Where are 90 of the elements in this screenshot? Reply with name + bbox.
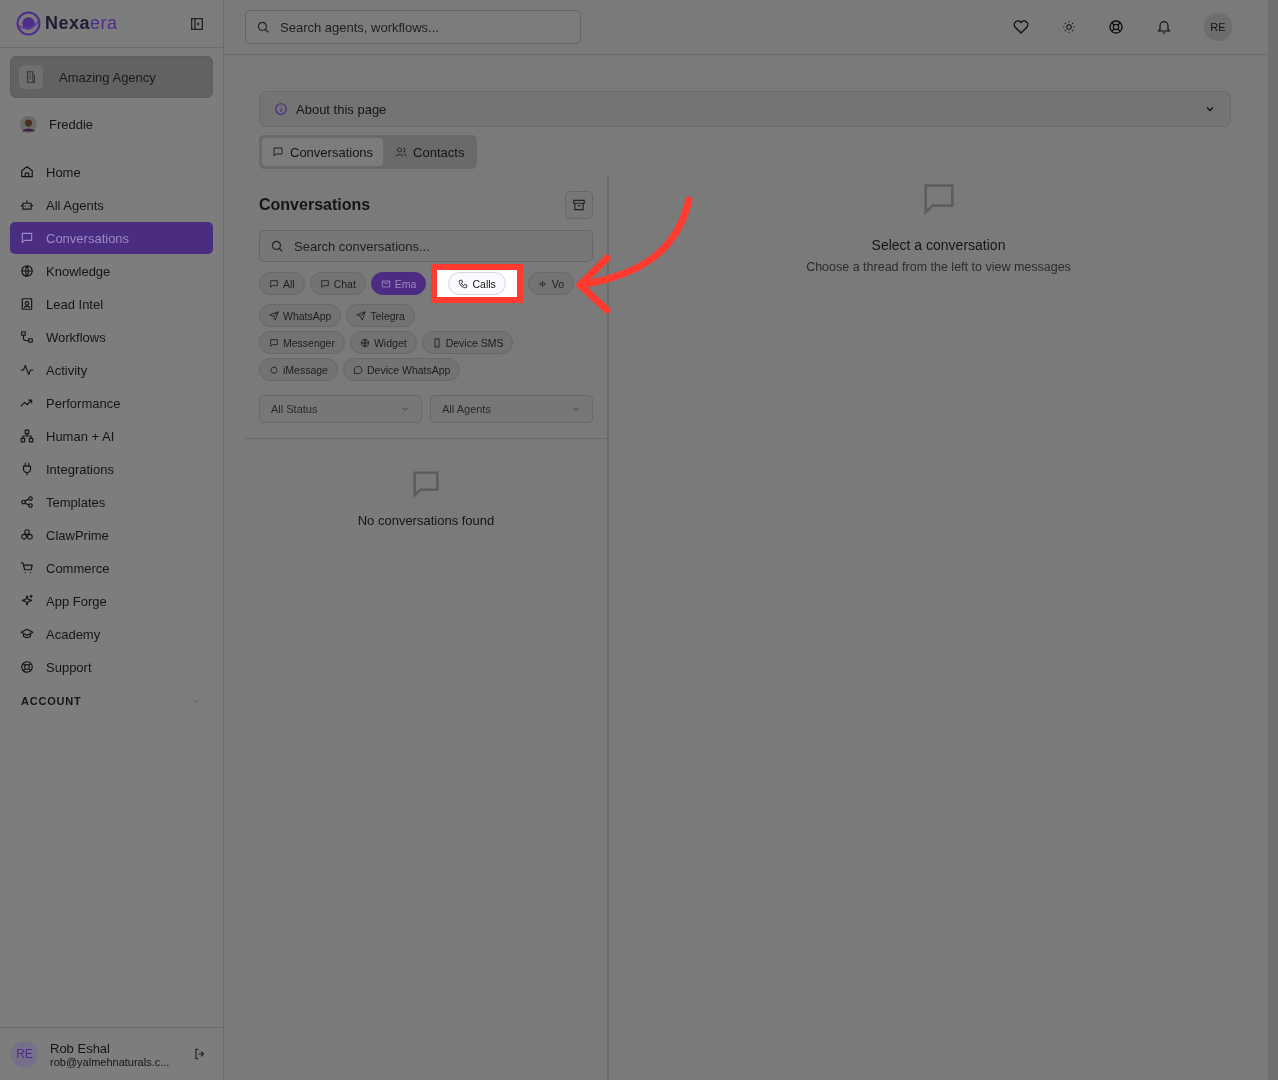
empty-subtitle: Choose a thread from the left to view messages — [806, 260, 1071, 274]
search-icon — [270, 239, 284, 253]
people-icon — [395, 146, 408, 158]
filter-chip[interactable]: Telegra — [346, 304, 415, 327]
filter-chip[interactable]: Widget — [349, 331, 417, 354]
account-email: rob@yalmehnaturals.c... — [50, 1055, 171, 1068]
nav-item[interactable]: Performance — [10, 387, 213, 419]
building-icon — [19, 65, 43, 89]
workflow-icon — [20, 330, 34, 344]
lifebuoy-icon[interactable] — [1108, 19, 1124, 35]
filter-dropdown[interactable]: All Agents — [430, 395, 593, 423]
nav-item[interactable]: Integrations — [10, 453, 213, 485]
panel-title: Conversations — [259, 196, 371, 214]
home-icon — [20, 165, 34, 179]
filter-chip[interactable]: Ema — [370, 272, 427, 295]
sparkle-icon — [20, 594, 34, 608]
empty-message: No conversations found — [357, 513, 495, 528]
cart-icon — [20, 561, 34, 575]
robot-icon — [20, 198, 34, 212]
graduation-cap-icon — [20, 627, 34, 641]
share-icon — [20, 495, 34, 509]
filter-chip[interactable]: iMessage — [259, 358, 338, 381]
tab[interactable]: Conversations — [262, 138, 384, 166]
nav-item[interactable]: Activity — [10, 354, 213, 386]
filter-chip[interactable]: Vo — [527, 272, 575, 295]
phone-device-icon — [431, 337, 442, 348]
nav-item[interactable]: Home — [10, 156, 213, 188]
about-page-accordion[interactable]: About this page — [259, 91, 1231, 127]
nav-item[interactable]: ClawPrime — [10, 519, 213, 551]
nav-item[interactable]: Conversations — [10, 222, 213, 254]
filter-chip[interactable]: Device WhatsApp — [342, 358, 461, 381]
bell-icon[interactable] — [1156, 19, 1172, 35]
search-field[interactable]: Search agents, workflows... — [245, 10, 581, 44]
user-avatar[interactable]: RE — [1204, 13, 1232, 41]
phone-icon — [458, 278, 469, 289]
filter-chip[interactable]: Messenger — [259, 331, 345, 354]
heart-icon[interactable] — [1012, 18, 1030, 36]
filter-dropdown[interactable]: All Status — [259, 395, 422, 423]
globe-icon — [359, 337, 370, 348]
user-name: Freddie — [49, 116, 94, 132]
wave-icon — [537, 278, 548, 289]
chat-bubble-icon — [269, 337, 279, 348]
account-name: Rob Eshal — [50, 1040, 111, 1056]
filter-chip[interactable]: WhatsApp — [259, 304, 342, 327]
tab[interactable]: Contacts — [385, 138, 475, 166]
filter-chip[interactable]: Calls — [448, 272, 506, 295]
filter-chip[interactable]: All — [259, 272, 305, 295]
logout-icon[interactable] — [193, 1047, 207, 1061]
cluster-icon — [20, 528, 34, 542]
plug-icon — [20, 462, 34, 476]
contact-card-icon — [20, 297, 34, 311]
chat-bubble-icon — [272, 146, 284, 158]
apple-icon — [269, 364, 279, 375]
user-avatar-icon — [20, 115, 37, 133]
workspace-switcher[interactable]: Amazing Agency — [10, 56, 213, 98]
activity-icon — [20, 363, 34, 377]
brand-name: Nexaera — [45, 13, 118, 34]
user-avatar[interactable]: RE — [11, 1040, 38, 1068]
nav-item[interactable]: Knowledge — [10, 255, 213, 287]
nav-item[interactable]: Academy — [10, 618, 213, 650]
filter-chip[interactable]: Chat — [309, 272, 366, 295]
logo-icon — [16, 11, 41, 36]
nav-item[interactable]: App Forge — [10, 585, 213, 617]
nav-item[interactable]: Templates — [10, 486, 213, 518]
globe-icon — [20, 264, 34, 278]
info-icon — [274, 102, 288, 116]
nav-item[interactable]: Commerce — [10, 552, 213, 584]
nav-item[interactable]: All Agents — [10, 189, 213, 221]
send-icon — [269, 310, 279, 321]
chat-bubble-icon — [319, 278, 330, 289]
lifebuoy-icon — [20, 660, 34, 674]
collapse-sidebar-icon[interactable] — [189, 15, 205, 32]
mail-icon — [380, 278, 391, 289]
search-icon — [256, 20, 270, 34]
nav-item[interactable]: Human + AI — [10, 420, 213, 452]
account-section-toggle[interactable]: ACCOUNT — [21, 695, 201, 707]
chat-bubble-icon — [20, 231, 34, 245]
empty-title: Select a conversation — [871, 237, 1006, 253]
archive-icon — [572, 198, 586, 212]
filter-chip[interactable]: Device SMS — [421, 331, 514, 354]
nav-item[interactable]: Support — [10, 651, 213, 683]
nav-item[interactable]: Workflows — [10, 321, 213, 353]
chat-bubble-icon — [269, 278, 279, 289]
nav-item[interactable]: Lead Intel — [10, 288, 213, 320]
round-bubble-icon — [352, 364, 363, 375]
send-icon — [356, 310, 367, 321]
search-field[interactable]: Search conversations... — [259, 230, 593, 262]
hierarchy-icon — [20, 429, 34, 443]
sun-icon[interactable] — [1062, 20, 1076, 34]
archive-button[interactable] — [565, 191, 593, 219]
